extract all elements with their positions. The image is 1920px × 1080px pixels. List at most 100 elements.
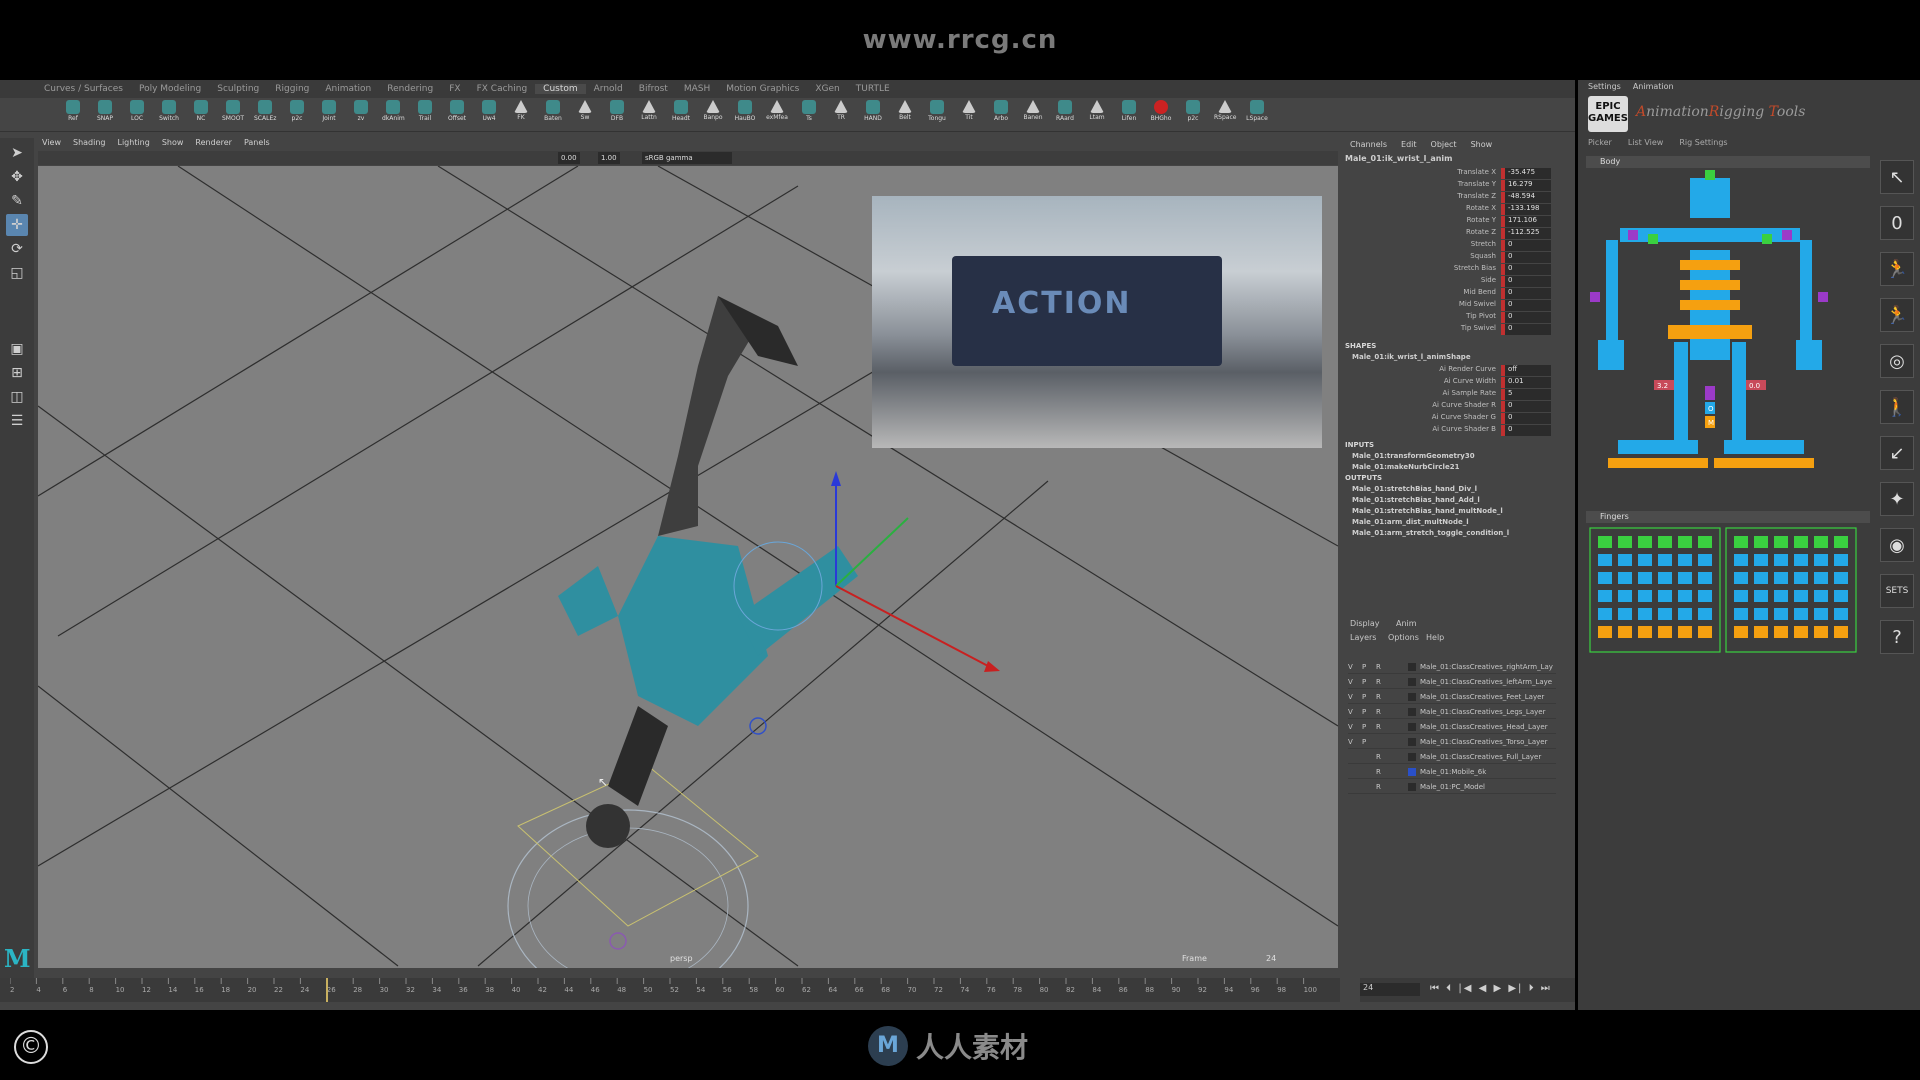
channel-attr-value[interactable]: -35.475 [1501,168,1551,179]
channel-attr-row[interactable]: Tip Swivel 0 [1340,324,1560,336]
shape-attr-row[interactable]: Ai Curve Shader B 0 [1340,425,1560,437]
input-node[interactable]: Male_01:makeNurbCircle21 [1352,463,1459,471]
move-tool-icon[interactable]: ✛ [6,214,28,236]
right-finger-control[interactable] [1698,536,1712,548]
arm-right-control[interactable] [1606,240,1618,340]
viewport-menu-item[interactable]: Panels [244,138,270,150]
left-finger-control[interactable] [1834,554,1848,566]
shelf-tab[interactable]: FX [441,84,468,94]
shelf-tab[interactable]: TURTLE [848,84,898,94]
layer-editor-tab[interactable]: Anim [1396,619,1417,628]
current-frame-field[interactable]: 24 [1360,983,1420,996]
layer-p-toggle[interactable]: P [1362,693,1366,701]
layer-p-toggle[interactable]: P [1362,708,1366,716]
shelf-tab[interactable]: Arnold [586,84,631,94]
right-finger-control[interactable] [1598,554,1612,566]
right-finger-control[interactable] [1638,608,1652,620]
foot-left-control[interactable] [1724,440,1804,454]
shelf-button[interactable]: RAard [1054,100,1076,128]
shelf-button[interactable]: DFB [606,100,628,128]
head-tip-control[interactable] [1705,170,1715,180]
pivot-marker[interactable] [609,932,627,950]
left-finger-control[interactable] [1794,572,1808,584]
shelf-button[interactable]: BHGho [1150,100,1172,128]
shelf-tab[interactable]: Poly Modeling [131,84,209,94]
picker-tool-icon[interactable]: 0 [1880,206,1914,240]
right-finger-control[interactable] [1598,608,1612,620]
layer-row[interactable]: R Male_01:Mobile_6k [1348,766,1556,779]
layer-r-toggle[interactable]: R [1376,783,1381,791]
right-finger-control[interactable] [1618,536,1632,548]
layer-row[interactable]: R Male_01:PC_Model [1348,781,1556,794]
shelf-button[interactable]: Joint [318,100,340,128]
elbow-control[interactable] [749,717,767,735]
shelf-button[interactable]: Banpo [702,100,724,128]
picker-tool-icon[interactable]: SETS [1880,574,1914,608]
layer-r-toggle[interactable]: R [1376,708,1381,716]
shelf-button[interactable]: HauBO [734,100,756,128]
layer-v-toggle[interactable]: V [1348,693,1353,701]
single-layout-icon[interactable]: ▣ [6,338,28,360]
outliner-layout-icon[interactable]: ☰ [6,410,28,432]
channel-attr-row[interactable]: Mid Bend 0 [1340,288,1560,300]
channel-attr-value[interactable]: -112.525 [1501,228,1551,239]
layer-row[interactable]: V P Male_01:ClassCreatives_Torso_Layer [1348,736,1556,749]
output-node[interactable]: Male_01:arm_dist_multNode_l [1352,518,1469,526]
shelf-button[interactable]: SNAP [94,100,116,128]
shelf-button[interactable]: Sw [574,100,596,128]
channel-attr-value[interactable]: 16.279 [1501,180,1551,191]
shape-attr-value[interactable]: 0 [1501,401,1551,412]
shelf-tab[interactable]: MASH [676,84,718,94]
viewport-menu-item[interactable]: Show [162,138,184,150]
shelf-tab[interactable]: Rendering [379,84,441,94]
left-finger-control[interactable] [1794,554,1808,566]
shelf-button[interactable]: p2c [1182,100,1204,128]
left-finger-control[interactable] [1814,554,1828,566]
shelf-tab[interactable]: FX Caching [469,84,536,94]
layer-p-toggle[interactable]: P [1362,723,1366,731]
left-finger-control[interactable] [1754,572,1768,584]
layer-row[interactable]: V P R Male_01:ClassCreatives_leftArm_Laye [1348,676,1556,689]
layer-r-toggle[interactable]: R [1376,753,1381,761]
shape-attr-value[interactable]: off [1501,365,1551,376]
left-finger-control[interactable] [1734,590,1748,602]
layer-r-toggle[interactable]: R [1376,693,1381,701]
channel-box-menu-item[interactable]: Show [1471,140,1493,149]
shelf-button[interactable]: dkAnim [382,100,405,128]
x-axis-arrow[interactable] [984,661,1000,672]
right-finger-control[interactable] [1678,554,1692,566]
viewport-menu-item[interactable]: View [42,138,61,150]
shelf-button[interactable]: exMfea [766,100,788,128]
layer-row[interactable]: R Male_01:ClassCreatives_Full_Layer [1348,751,1556,764]
picker-tool-icon[interactable]: ? [1880,620,1914,654]
right-finger-control[interactable] [1658,536,1672,548]
layer-color-swatch[interactable] [1408,693,1416,701]
channel-attr-row[interactable]: Translate X -35.475 [1340,168,1560,180]
viewport-persp[interactable]: ↖ ACTION persp Frame 24 [38,166,1338,968]
shelf-button[interactable]: RSpace [1214,100,1236,128]
right-finger-control[interactable] [1698,572,1712,584]
picker-tool-icon[interactable]: ◎ [1880,344,1914,378]
color-space-select[interactable]: sRGB gamma [642,152,732,164]
shape-attr-row[interactable]: Ai Sample Rate 5 [1340,389,1560,401]
clavicle-right[interactable] [1648,234,1658,244]
shelf-button[interactable]: NC [190,100,212,128]
layer-color-swatch[interactable] [1408,678,1416,686]
select-tool-icon[interactable]: ➤ [6,142,28,164]
layer-color-swatch[interactable] [1408,753,1416,761]
shelf-button[interactable]: Uw4 [478,100,500,128]
right-finger-control[interactable] [1598,572,1612,584]
current-time-marker[interactable] [326,978,328,1002]
right-finger-control[interactable] [1598,590,1612,602]
layer-v-toggle[interactable]: V [1348,738,1353,746]
picker-tool-icon[interactable]: 🚶 [1880,390,1914,424]
right-finger-control[interactable] [1698,626,1712,638]
channel-attr-row[interactable]: Side 0 [1340,276,1560,288]
shelf-button[interactable]: Ref [62,100,84,128]
pelvis-control[interactable] [1705,386,1715,400]
left-finger-control[interactable] [1794,608,1808,620]
right-finger-control[interactable] [1618,554,1632,566]
channel-attr-row[interactable]: Squash 0 [1340,252,1560,264]
spine-2-control[interactable] [1680,280,1740,290]
channel-attr-row[interactable]: Rotate Z -112.525 [1340,228,1560,240]
